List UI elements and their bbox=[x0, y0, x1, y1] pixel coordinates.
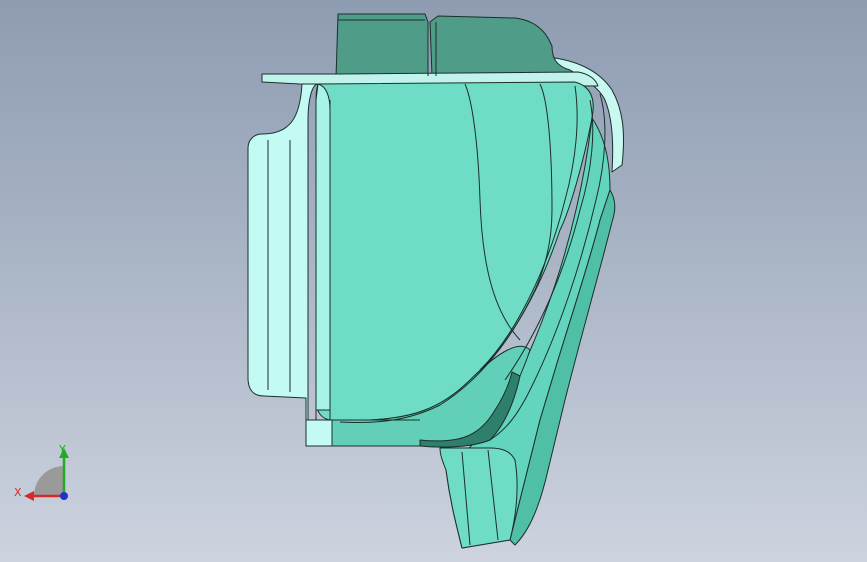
graphics-viewport[interactable]: Y X bbox=[0, 0, 867, 562]
z-axis-dot bbox=[60, 492, 68, 500]
triad-quadrant bbox=[34, 466, 64, 496]
bottom-tab bbox=[439, 447, 518, 549]
face-left-lip bbox=[315, 83, 331, 411]
bottom-strip bbox=[305, 419, 333, 447]
axis-triad[interactable]: Y X bbox=[10, 440, 80, 510]
x-axis-arrow bbox=[24, 491, 34, 501]
x-axis-label: X bbox=[14, 486, 22, 499]
left-flange bbox=[247, 83, 319, 441]
top-tab-left bbox=[335, 13, 429, 79]
y-axis-label: Y bbox=[58, 443, 66, 456]
top-tab-right bbox=[429, 15, 581, 77]
part-model[interactable] bbox=[0, 0, 867, 562]
